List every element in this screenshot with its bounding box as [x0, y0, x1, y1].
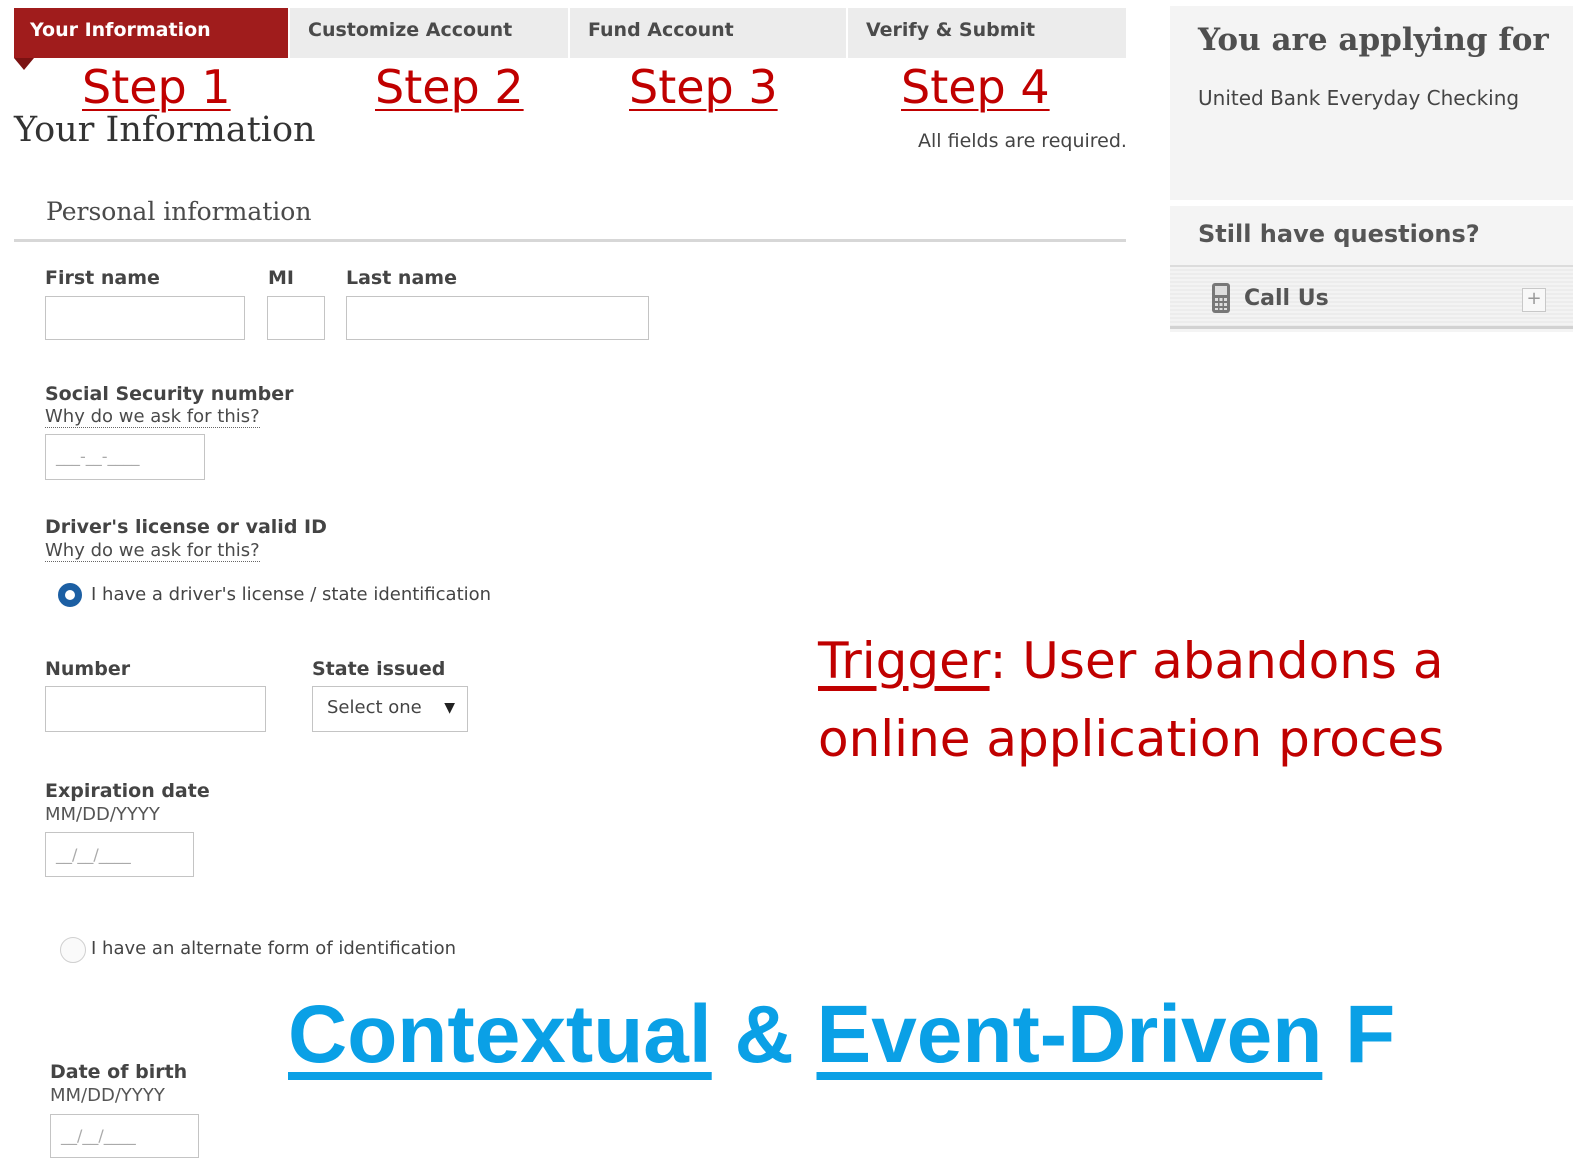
- ssn-help-link[interactable]: Why do we ask for this?: [45, 406, 260, 428]
- license-label: Driver's license or valid ID: [45, 516, 327, 538]
- mi-input[interactable]: [267, 296, 325, 340]
- dob-input[interactable]: __/__/____: [50, 1114, 199, 1158]
- dropdown-arrow-icon: ▼: [444, 700, 455, 716]
- mi-label: MI: [268, 267, 294, 289]
- tab-verify-submit[interactable]: Verify & Submit: [848, 8, 1126, 58]
- section-title: Personal information: [14, 188, 1126, 242]
- expiration-input[interactable]: __/__/____: [45, 832, 194, 877]
- panel-title: You are applying for: [1198, 22, 1549, 58]
- step-tabs: Your Information Customize Account Fund …: [14, 8, 1126, 58]
- state-select[interactable]: Select one ▼: [312, 686, 468, 732]
- license-radio-label: I have a driver's license / state identi…: [91, 584, 492, 605]
- dob-hint: MM/DD/YYYY: [50, 1085, 165, 1106]
- last-name-label: Last name: [346, 267, 457, 289]
- expiration-label: Expiration date: [45, 780, 210, 802]
- last-name-input[interactable]: [346, 296, 649, 340]
- first-name-input[interactable]: [45, 296, 245, 340]
- expand-plus-icon[interactable]: +: [1522, 288, 1546, 312]
- expiration-hint: MM/DD/YYYY: [45, 804, 160, 825]
- state-issued-label: State issued: [312, 658, 446, 680]
- number-label: Number: [45, 658, 131, 680]
- panel-questions-heading: Still have questions?: [1198, 220, 1480, 248]
- required-note: All fields are required.: [918, 130, 1127, 152]
- panel-product: United Bank Everyday Checking: [1198, 86, 1520, 110]
- license-number-input[interactable]: [45, 686, 266, 732]
- step-1-label: Step 1: [82, 60, 231, 114]
- alternate-id-radio[interactable]: [60, 937, 86, 963]
- tab-your-information[interactable]: Your Information: [14, 8, 290, 58]
- headline-amp: &: [711, 989, 817, 1080]
- page-title: Your Information: [14, 110, 316, 150]
- active-tab-pointer: [14, 58, 34, 70]
- ssn-input[interactable]: ___-__-____: [45, 434, 205, 480]
- tab-fund-account[interactable]: Fund Account: [570, 8, 848, 58]
- trigger-annotation: Trigger: User abandons a online applicat…: [818, 622, 1444, 778]
- step-2-label: Step 2: [375, 60, 524, 114]
- trigger-line2: online application proces: [818, 710, 1445, 768]
- headline-word-event-driven: Event-Driven: [816, 989, 1323, 1080]
- trigger-word: Trigger: [818, 632, 990, 690]
- headline-tail: F: [1322, 989, 1396, 1080]
- trigger-line1-rest: : User abandons a: [989, 632, 1444, 690]
- panel-divider: [1170, 200, 1573, 206]
- step-4-label: Step 4: [901, 60, 1050, 114]
- headline-word-contextual: Contextual: [288, 989, 712, 1080]
- call-us-label[interactable]: Call Us: [1244, 286, 1329, 311]
- license-help-link[interactable]: Why do we ask for this?: [45, 540, 260, 562]
- headline: Contextual & Event-Driven F: [288, 988, 1395, 1082]
- dob-label: Date of birth: [50, 1061, 188, 1083]
- tab-customize-account[interactable]: Customize Account: [290, 8, 570, 58]
- first-name-label: First name: [45, 267, 160, 289]
- ssn-label: Social Security number: [45, 383, 294, 405]
- alternate-id-radio-label: I have an alternate form of identificati…: [91, 938, 457, 959]
- phone-icon: [1212, 283, 1230, 313]
- license-radio[interactable]: [58, 583, 82, 607]
- step-3-label: Step 3: [629, 60, 778, 114]
- state-select-value: Select one: [327, 697, 422, 718]
